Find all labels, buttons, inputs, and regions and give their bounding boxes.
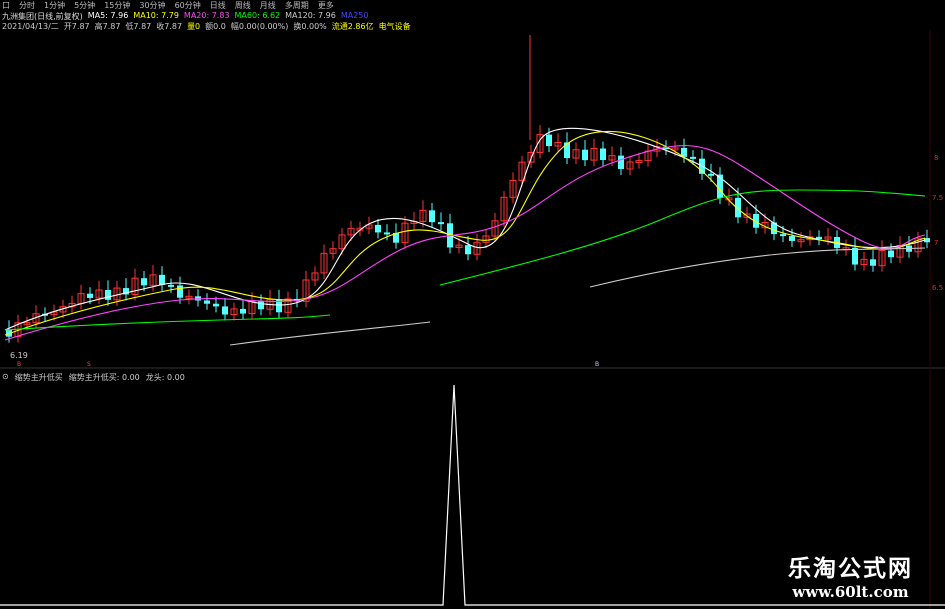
watermark: 乐淘公式网 www.60lt.com bbox=[788, 549, 913, 601]
candle-body bbox=[213, 303, 219, 307]
axis-label-7-5: 7.5 bbox=[932, 194, 943, 202]
candle-body bbox=[870, 259, 876, 266]
moving-average-lines bbox=[4, 127, 926, 346]
candle-body bbox=[852, 247, 858, 265]
candle-body bbox=[87, 293, 93, 298]
sell-marker: S bbox=[87, 361, 91, 368]
candle-body bbox=[204, 300, 210, 304]
candlestick-series bbox=[6, 35, 930, 343]
candle-body bbox=[105, 289, 111, 300]
buy-marker: B bbox=[17, 361, 21, 368]
candle-body bbox=[240, 308, 246, 314]
candle-body bbox=[465, 245, 471, 255]
candle-body bbox=[564, 142, 570, 159]
watermark-url: www.60lt.com bbox=[792, 583, 909, 601]
candle-body bbox=[708, 173, 714, 176]
indicator-name: 缩势主升低买 bbox=[14, 373, 63, 382]
axis-label-6-5: 6.5 bbox=[932, 284, 943, 292]
candle-body bbox=[222, 306, 228, 315]
sub-indicator-legend: ⊙ 缩势主升低买 缩势主升低买: 0.00 龙头: 0.00 bbox=[2, 372, 185, 383]
candle-body bbox=[780, 234, 786, 237]
candle-body bbox=[375, 224, 381, 233]
candle-body bbox=[384, 232, 390, 235]
chart-canvas[interactable]: 6.19 B S B 8 7.5 7 6.5 bbox=[0, 0, 945, 609]
candle-body bbox=[888, 250, 894, 258]
low-price-label: 6.19 bbox=[10, 351, 28, 360]
dragon-value: 龙头: 0.00 bbox=[145, 373, 185, 382]
candle-body bbox=[546, 134, 552, 147]
watermark-title: 乐淘公式网 bbox=[788, 555, 913, 582]
candle-body bbox=[600, 148, 606, 161]
candle-body bbox=[690, 156, 696, 159]
ma60-line bbox=[4, 189, 926, 331]
candle-body bbox=[618, 155, 624, 169]
candle-body bbox=[429, 210, 435, 223]
indicator-value: 缩势主升低买: 0.00 bbox=[68, 373, 140, 382]
candle-body bbox=[177, 285, 183, 298]
indicator-icon[interactable]: ⊙ bbox=[2, 372, 9, 383]
buy-marker-2: B bbox=[595, 361, 599, 368]
candle-body bbox=[159, 274, 165, 285]
candle-body bbox=[438, 222, 444, 225]
ma120-line bbox=[229, 247, 926, 346]
candle-body bbox=[789, 236, 795, 241]
candle-body bbox=[168, 284, 174, 287]
axis-label-7: 7 bbox=[934, 239, 938, 247]
axis-label-8: 8 bbox=[934, 154, 938, 162]
ma5-line bbox=[4, 127, 926, 331]
candle-body bbox=[582, 149, 588, 161]
candle-body bbox=[141, 278, 147, 286]
